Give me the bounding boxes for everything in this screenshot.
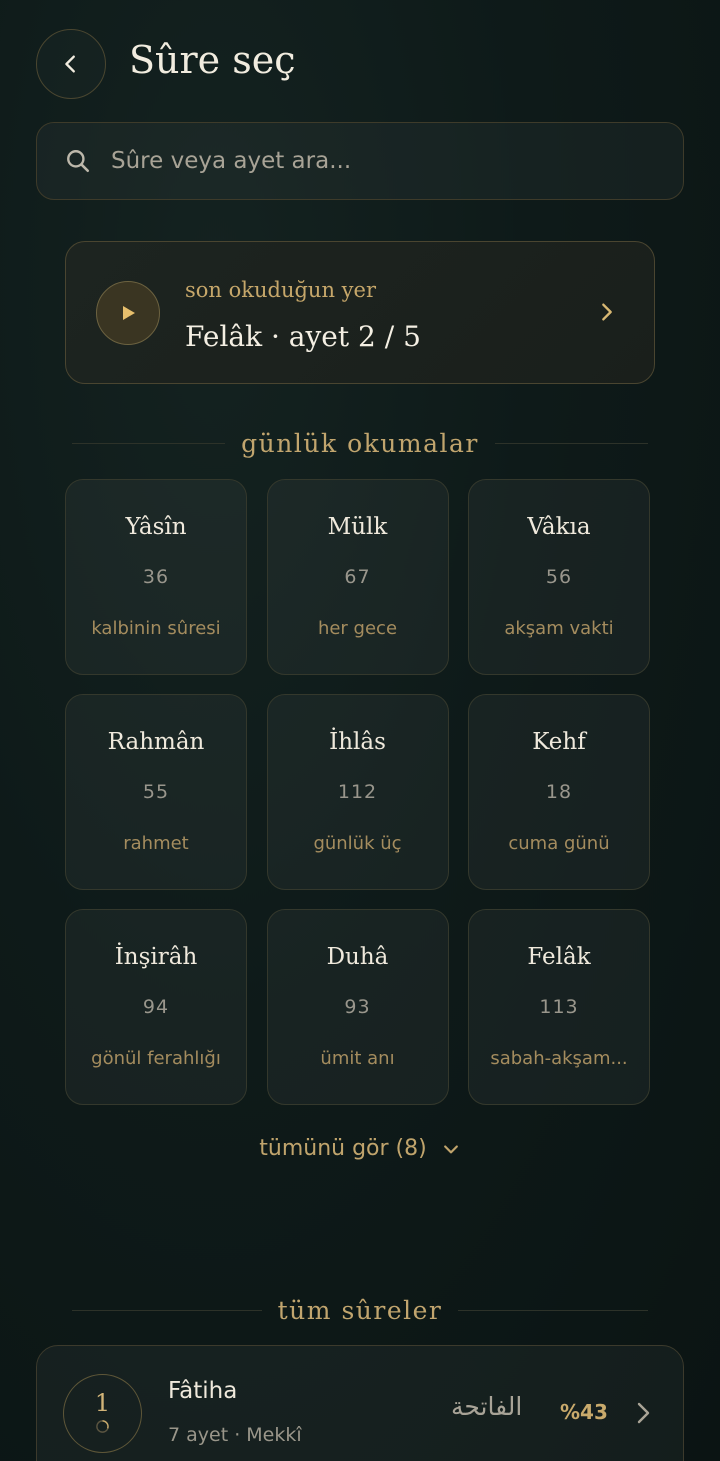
surah-number-badge: 1 bbox=[63, 1374, 142, 1453]
chevron-right-icon bbox=[602, 303, 612, 321]
surah-note: gönül ferahlığı bbox=[91, 1048, 221, 1069]
search-input[interactable] bbox=[111, 148, 631, 174]
daily-readings-title: günlük okumalar bbox=[241, 428, 479, 458]
surah-number: 36 bbox=[142, 566, 170, 588]
page-title: Sûre seç bbox=[129, 38, 296, 82]
surah-name: Felâk bbox=[527, 944, 591, 970]
surah-note: ümit anı bbox=[320, 1048, 395, 1069]
daily-card[interactable]: Rahmân 55 rahmet bbox=[65, 694, 247, 890]
daily-card[interactable]: Duhâ 93 ümit anı bbox=[266, 909, 449, 1105]
surah-name: Rahmân bbox=[107, 729, 205, 755]
resume-position: Felâk · ayet 2 / 5 bbox=[185, 320, 421, 353]
daily-card[interactable]: Kehf 18 cuma günü bbox=[468, 694, 650, 890]
surah-meta: 7 ayet · Mekkî bbox=[168, 1424, 302, 1446]
search-bar[interactable] bbox=[36, 122, 684, 200]
surah-number: 1 bbox=[94, 1389, 111, 1417]
all-surahs-header: tüm sûreler bbox=[72, 1290, 648, 1330]
daily-card[interactable]: İnşirâh 94 gönül ferahlığı bbox=[65, 909, 247, 1105]
surah-arabic-name: الفاتحة bbox=[451, 1392, 523, 1421]
daily-card[interactable]: Felâk 113 sabah-akşam... bbox=[468, 909, 650, 1105]
chevron-right-icon bbox=[637, 1402, 650, 1424]
surah-name: Vâkıa bbox=[527, 514, 591, 540]
all-surahs-title: tüm sûreler bbox=[277, 1295, 443, 1325]
surah-name: İnşirâh bbox=[114, 944, 198, 970]
surah-name: Fâtiha bbox=[168, 1378, 238, 1404]
surah-number: 94 bbox=[142, 996, 170, 1018]
surah-name: Duhâ bbox=[326, 944, 389, 970]
daily-readings-header: günlük okumalar bbox=[72, 423, 649, 463]
play-icon bbox=[123, 306, 135, 320]
daily-card[interactable]: Yâsîn 36 kalbinin sûresi bbox=[65, 479, 247, 675]
surah-note: günlük üç bbox=[313, 833, 402, 854]
chevron-left-icon bbox=[65, 55, 75, 73]
resume-card[interactable]: son okuduğun yer Felâk · ayet 2 / 5 bbox=[65, 241, 655, 384]
surah-note: her gece bbox=[317, 618, 398, 639]
resume-label: son okuduğun yer bbox=[185, 278, 376, 302]
play-button[interactable] bbox=[96, 281, 160, 345]
back-button[interactable] bbox=[36, 29, 106, 99]
chevron-down-icon bbox=[443, 1144, 458, 1153]
see-all-label: tümünü gör (8) bbox=[259, 1136, 427, 1161]
surah-progress: %43 bbox=[560, 1400, 608, 1424]
surah-name: İhlâs bbox=[329, 729, 386, 755]
surah-number: 93 bbox=[344, 996, 371, 1018]
daily-readings-grid: Yâsîn 36 kalbinin sûresi Mülk 67 her gec… bbox=[65, 479, 650, 1105]
search-icon bbox=[67, 150, 90, 173]
surah-name: Mülk bbox=[327, 514, 388, 540]
daily-card[interactable]: İhlâs 112 günlük üç bbox=[266, 694, 449, 890]
surah-list-item[interactable]: 1 Fâtiha 7 ayet · Mekkî الفاتحة %43 bbox=[36, 1345, 684, 1461]
surah-name: Yâsîn bbox=[125, 514, 187, 540]
surah-note: cuma günü bbox=[508, 833, 610, 854]
surah-number: 55 bbox=[142, 781, 170, 803]
see-all-button[interactable]: tümünü gör (8) bbox=[0, 1136, 720, 1161]
daily-card[interactable]: Vâkıa 56 akşam vakti bbox=[468, 479, 650, 675]
surah-number: 56 bbox=[545, 566, 573, 588]
surah-number: 112 bbox=[337, 781, 378, 803]
surah-number: 18 bbox=[545, 781, 573, 803]
surah-note: kalbinin sûresi bbox=[91, 618, 221, 639]
surah-note: akşam vakti bbox=[504, 618, 614, 639]
daily-card[interactable]: Mülk 67 her gece bbox=[266, 479, 449, 675]
surah-note: rahmet bbox=[123, 833, 189, 854]
surah-name: Kehf bbox=[532, 729, 586, 755]
surah-note: sabah-akşam... bbox=[490, 1048, 628, 1069]
progress-ring-icon bbox=[96, 1420, 109, 1433]
surah-number: 67 bbox=[344, 566, 371, 588]
surah-number: 113 bbox=[539, 996, 579, 1018]
